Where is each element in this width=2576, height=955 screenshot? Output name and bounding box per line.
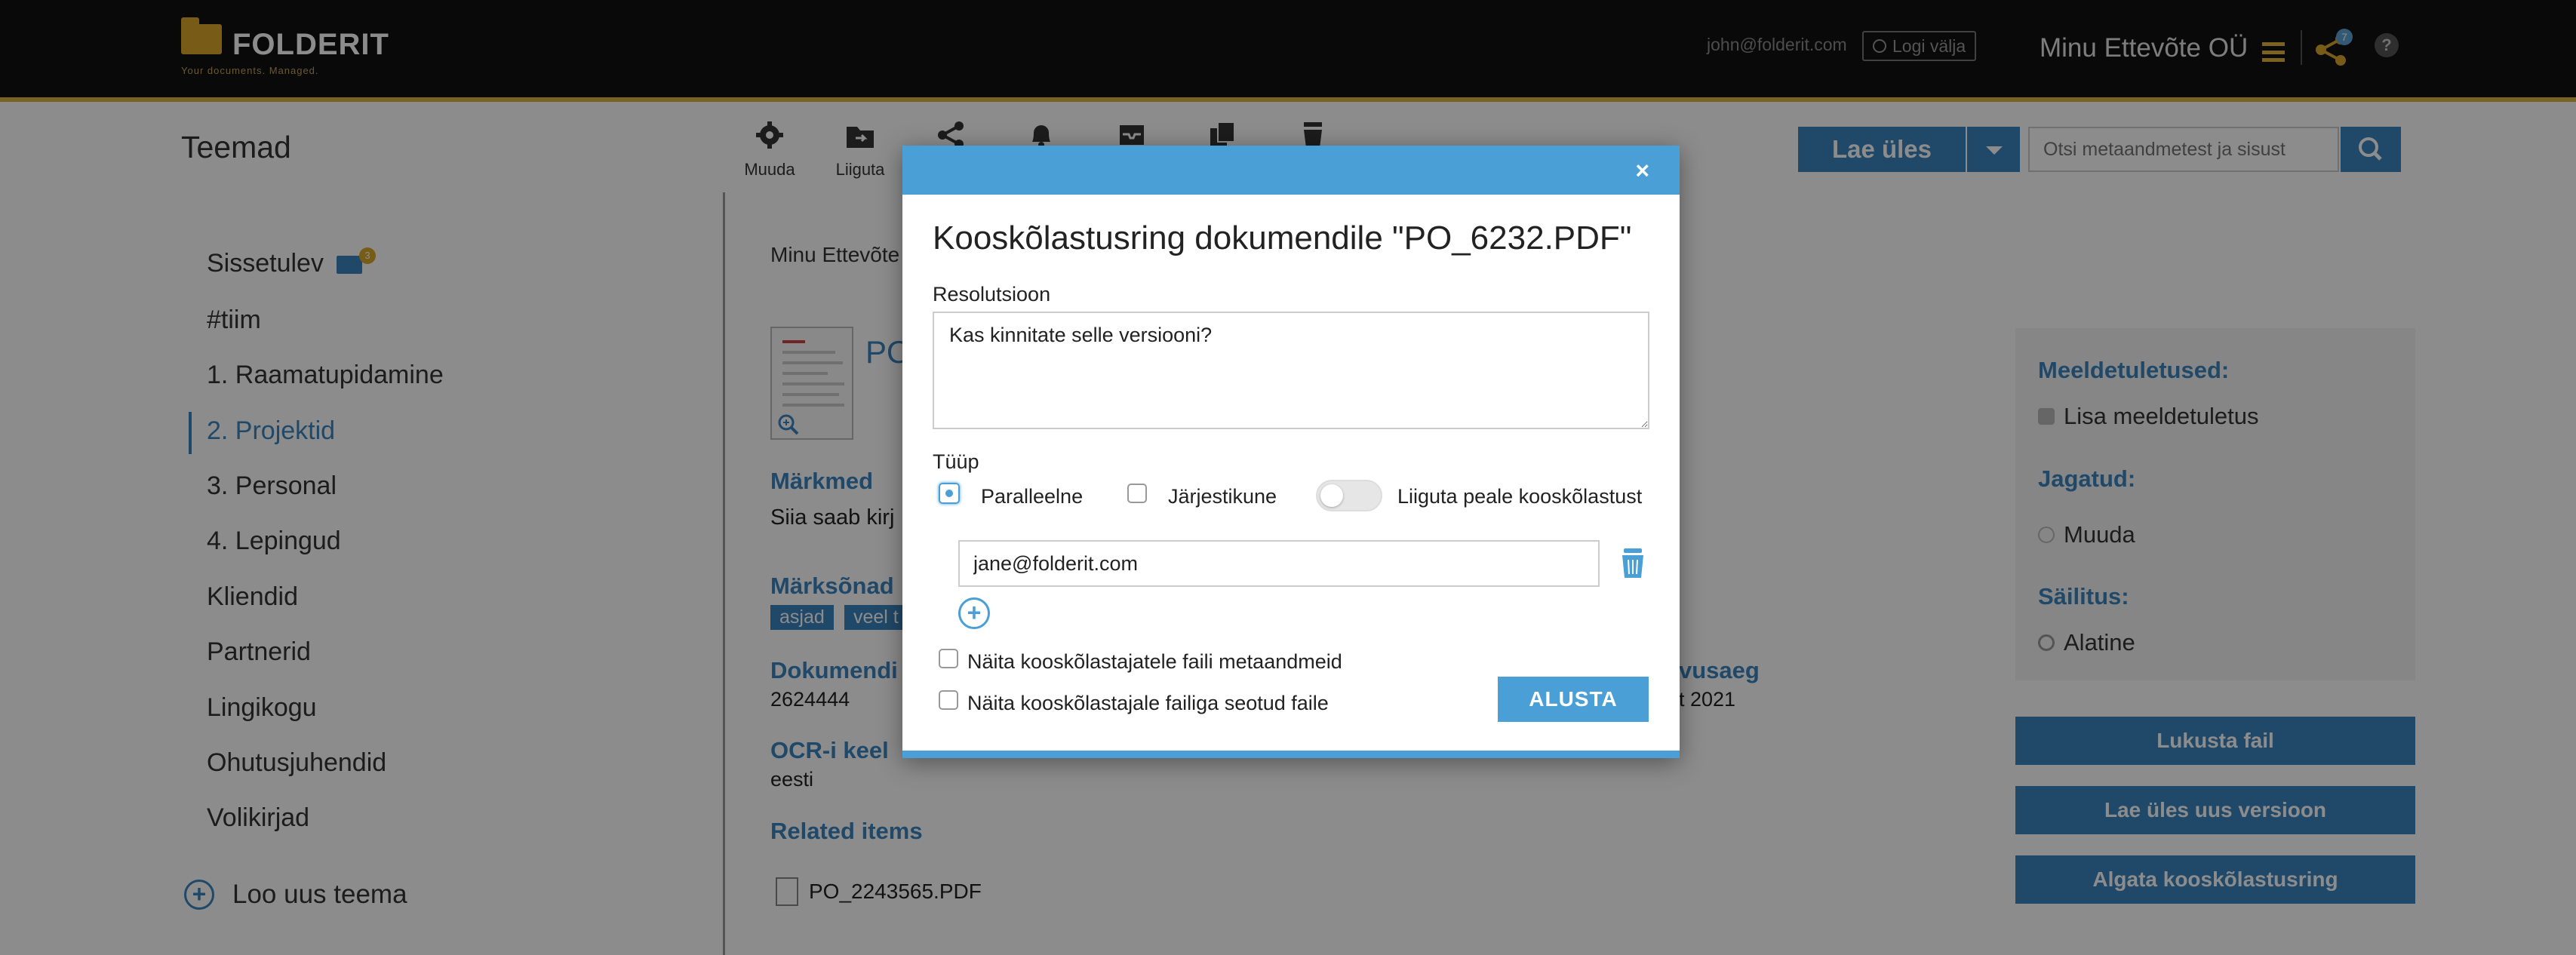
resolution-label: Resolutsioon	[933, 283, 1051, 306]
dialog-header: ×	[902, 146, 1680, 195]
add-approver-icon[interactable]: +	[958, 597, 990, 629]
show-related-checkbox[interactable]	[939, 690, 958, 710]
approval-dialog: × Kooskõlastusring dokumendile "PO_6232.…	[902, 146, 1680, 758]
sequential-radio[interactable]	[1127, 484, 1147, 503]
dialog-title: Kooskõlastusring dokumendile "PO_6232.PD…	[933, 220, 1632, 256]
resolution-textarea[interactable]: Kas kinnitate selle versiooni?	[933, 312, 1649, 429]
close-icon[interactable]: ×	[1635, 157, 1649, 185]
type-label: Tüüp	[933, 450, 979, 473]
dialog-footer-bar	[902, 751, 1680, 758]
parallel-label[interactable]: Paralleelne	[981, 485, 1083, 508]
move-after-approval-label: Liiguta peale kooskõlastust	[1397, 485, 1643, 508]
move-after-approval-toggle[interactable]	[1316, 480, 1382, 511]
start-button[interactable]: ALUSTA	[1498, 677, 1649, 722]
approver-email-input[interactable]	[958, 540, 1600, 587]
parallel-radio[interactable]	[939, 483, 960, 504]
show-metadata-label[interactable]: Näita kooskõlastajatele faili metaandmei…	[967, 650, 1342, 674]
show-metadata-checkbox[interactable]	[939, 649, 958, 668]
show-related-label[interactable]: Näita kooskõlastajale failiga seotud fai…	[967, 692, 1329, 715]
sequential-label[interactable]: Järjestikune	[1168, 485, 1277, 508]
trash-icon[interactable]	[1619, 547, 1646, 580]
